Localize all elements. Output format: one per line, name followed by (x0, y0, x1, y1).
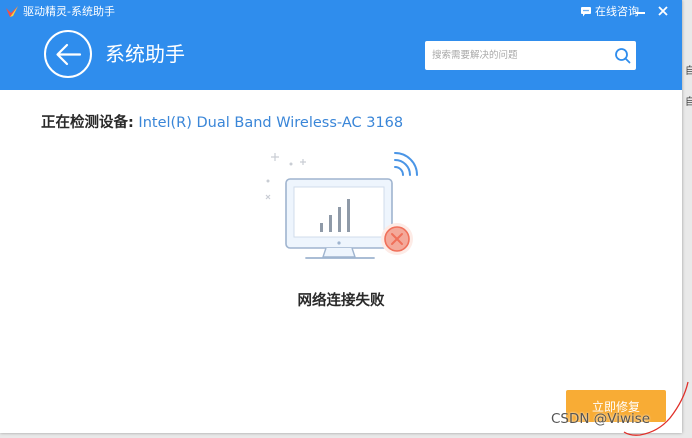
csdn-watermark: CSDN @Viwise (551, 411, 651, 427)
online-consult-link[interactable]: 在线咨询 (580, 5, 639, 19)
minimize-button[interactable] (634, 3, 648, 19)
background-text-fragment: 自 (685, 66, 692, 77)
title-bar: 驱动精灵-系统助手 在线咨询 (0, 0, 682, 24)
app-logo-icon (6, 6, 18, 17)
search-box (425, 41, 636, 70)
page-title: 系统助手 (105, 42, 185, 66)
search-icon[interactable] (614, 47, 631, 64)
online-consult-label: 在线咨询 (595, 5, 639, 18)
window-title: 驱动精灵-系统助手 (23, 5, 115, 18)
detecting-device-line: 正在检测设备: Intel(R) Dual Band Wireless-AC 3… (41, 113, 403, 133)
network-failure-illustration (265, 152, 418, 259)
back-button[interactable] (44, 30, 92, 78)
status-message: 网络连接失败 (297, 293, 385, 309)
signal-bar (338, 207, 341, 232)
arrow-left-icon (56, 43, 82, 66)
detecting-label: 正在检测设备: (41, 115, 134, 131)
background-text-fragment: 自 (685, 97, 692, 108)
app-window: 驱动精灵-系统助手 在线咨询 系统助手 搜索需要解决的问题 正在检测设备: In… (0, 0, 682, 433)
close-button[interactable] (655, 3, 671, 19)
signal-bar (329, 215, 332, 232)
wifi-waves-icon (394, 152, 418, 176)
header-band: 系统助手 (0, 24, 682, 90)
error-x-icon (381, 223, 413, 255)
signal-bar (320, 223, 323, 232)
signal-bar (347, 199, 350, 232)
close-icon (658, 6, 668, 16)
chat-bubble-icon (581, 7, 591, 17)
device-name: Intel(R) Dual Band Wireless-AC 3168 (138, 115, 404, 131)
search-input[interactable] (425, 41, 605, 70)
